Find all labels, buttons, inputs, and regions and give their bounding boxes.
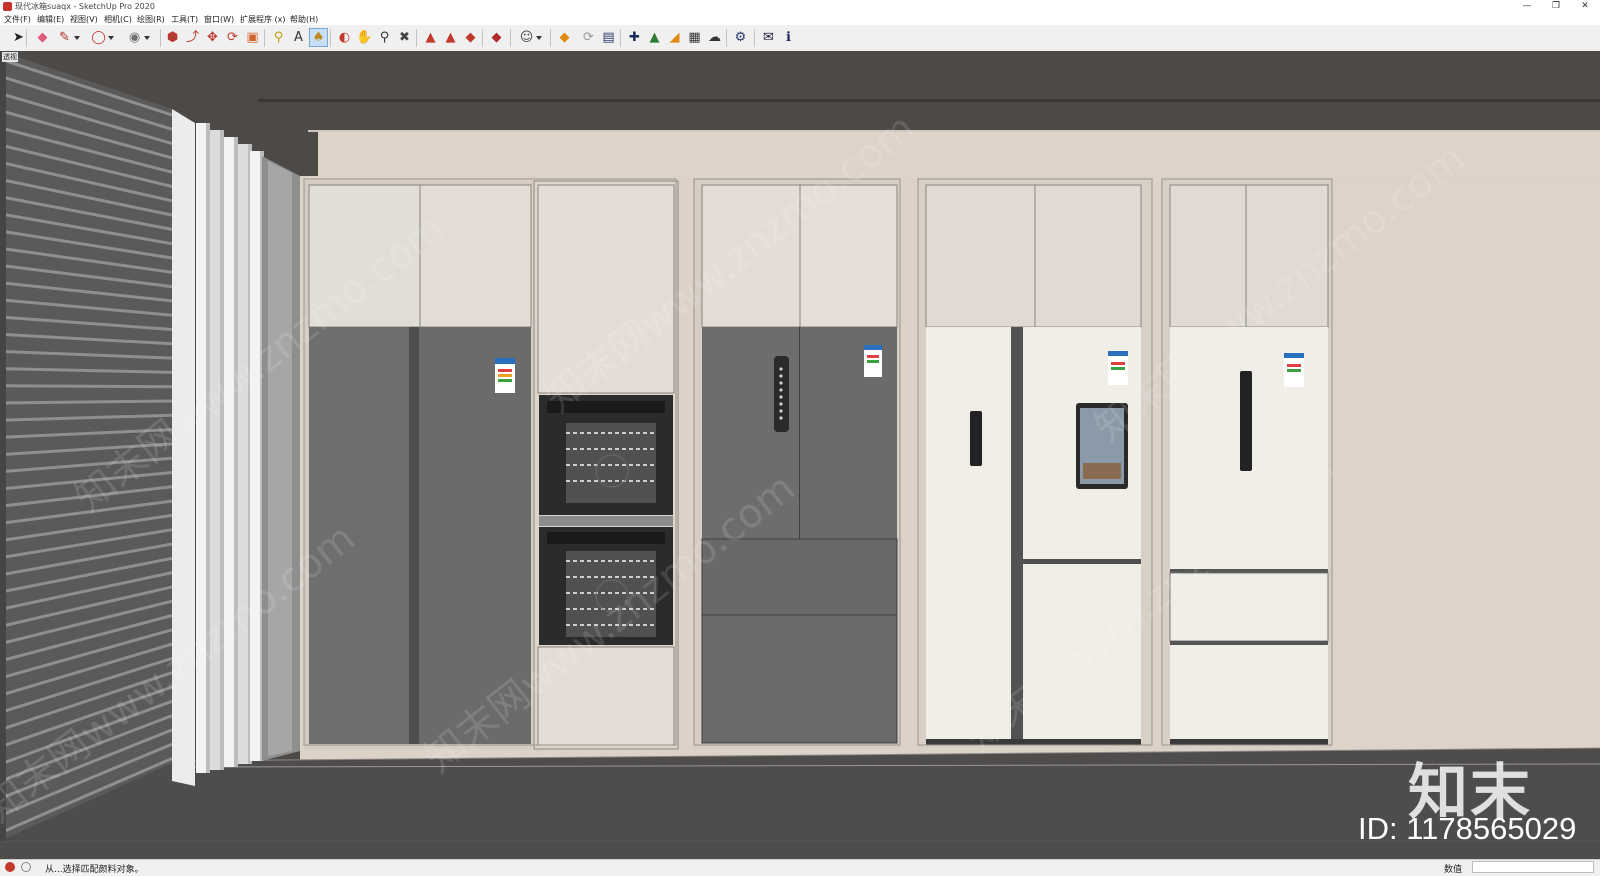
mail-icon[interactable]: ✉ [760, 29, 777, 46]
geo-location-icon[interactable] [5, 862, 15, 872]
rotate-icon[interactable]: ⟳ [224, 29, 241, 46]
cloud-icon[interactable]: ☁ [706, 29, 723, 46]
text-icon[interactable]: A [290, 29, 307, 46]
3d-viewport[interactable]: 透视 知末网www.znzmo.com 知末网www.znzmo.com 知末网… [0, 51, 1600, 859]
control-panel-button [779, 416, 783, 420]
main-toolbar: ➤ ◆ ✎ ◯ ◉ ⬢ ⤴ ✥ ⟳ ▣ ⚲ A ♠ ◐ ✋ ⚲ ✖ ▲ ▲ ◆ ◆ ☺ ◆ ⟳ ▤ ✚ ▲ ◢ ▦ ☁ ⚙ ✉ ℹ [0, 25, 1600, 52]
blind-slat [0, 399, 173, 405]
curtain-fold [210, 130, 220, 770]
control-panel-button [779, 381, 783, 385]
follow-me-icon[interactable]: ⤴ [184, 29, 201, 46]
curtain-shadow [220, 130, 224, 770]
profile-icon[interactable]: ☺ [518, 29, 542, 46]
share-icon[interactable]: ◆ [462, 29, 479, 46]
dropdown-arrow-icon[interactable] [536, 36, 542, 40]
info-icon[interactable]: ℹ [780, 29, 797, 46]
line-icon[interactable]: ✎ [56, 29, 80, 46]
menu-view[interactable]: 视图(V) [70, 14, 98, 25]
ruby-icon[interactable]: ◆ [488, 29, 505, 46]
control-panel-button [779, 374, 783, 378]
curtain-fold [250, 151, 260, 761]
minimize-button[interactable]: — [1516, 0, 1538, 13]
menu-window[interactable]: 窗口(W) [204, 14, 234, 25]
zoom-icon[interactable]: ⚲ [376, 29, 393, 46]
menu-tools[interactable]: 工具(T) [171, 14, 198, 25]
push-pull-icon[interactable]: ⬢ [164, 29, 181, 46]
control-panel-button [779, 402, 783, 406]
close-button[interactable]: ✕ [1574, 0, 1596, 13]
dropdown-arrow-icon[interactable] [144, 36, 150, 40]
orbit-icon[interactable]: ◐ [336, 29, 353, 46]
curtain-fold [196, 123, 206, 773]
toolbar-separator [510, 29, 511, 47]
dropdown-arrow-icon[interactable] [108, 36, 114, 40]
toolbar-separator [330, 29, 331, 47]
menu-edit[interactable]: 编辑(E) [37, 14, 64, 25]
toolbar-separator [416, 29, 417, 47]
menu-bar: 文件(F) 编辑(E) 视图(V) 相机(C) 绘图(R) 工具(T) 窗口(W… [0, 13, 1600, 25]
select-icon[interactable]: ➤ [10, 29, 27, 46]
paint-bucket-icon[interactable]: ♠ [309, 28, 328, 47]
control-panel-button [779, 388, 783, 392]
title-bar: 现代冰箱suaqx - SketchUp Pro 2020 — ❐ ✕ [0, 0, 1600, 13]
status-message: 从...选择匹配颜料对象。 [45, 865, 144, 875]
curtain-fold [224, 137, 234, 767]
control-panel-button [779, 395, 783, 399]
layers-icon[interactable]: ▤ [600, 29, 617, 46]
settings-icon[interactable]: ⚙ [732, 29, 749, 46]
measurements-label: 数值 [1444, 865, 1463, 875]
move-icon[interactable]: ✥ [204, 29, 221, 46]
watermark-id: ID: 1178565029 [1358, 811, 1577, 846]
toolbar-separator [726, 29, 727, 47]
eraser-icon[interactable]: ◆ [34, 29, 51, 46]
export-icon[interactable]: ◆ [556, 29, 573, 46]
sync-icon[interactable]: ⟳ [580, 29, 597, 46]
toolbar-separator [482, 29, 483, 47]
window-title: 现代冰箱suaqx - SketchUp Pro 2020 [15, 2, 155, 11]
measurements-input[interactable] [1472, 861, 1594, 873]
toolbar-separator [264, 29, 265, 47]
status-bar: 从...选择匹配颜料对象。 数值 [0, 859, 1600, 876]
restore-button[interactable]: ❐ [1545, 0, 1567, 13]
circle-icon[interactable]: ◉ [126, 29, 150, 46]
extension-icon[interactable]: ▲ [442, 29, 459, 46]
curtain-shadow [234, 137, 238, 767]
menu-draw[interactable]: 绘图(R) [137, 14, 165, 25]
toolbar-separator [754, 29, 755, 47]
scale-icon[interactable]: ▣ [244, 29, 261, 46]
tape-measure-icon[interactable]: ⚲ [270, 29, 287, 46]
warehouse-icon[interactable]: ▲ [422, 29, 439, 46]
curtain-shadow [206, 123, 210, 773]
blind-slat [0, 384, 173, 389]
zoom-extents-icon[interactable]: ✖ [396, 29, 413, 46]
control-panel-button [779, 409, 783, 413]
menu-extensions[interactable]: 扩展程序 (x) [240, 14, 286, 25]
viewport-camera-label: 透视 [2, 52, 18, 62]
pan-icon[interactable]: ✋ [356, 29, 373, 46]
menu-help[interactable]: 帮助(H) [290, 14, 318, 25]
menu-camera[interactable]: 相机(C) [104, 14, 132, 25]
sketchup-logo-icon [3, 2, 12, 11]
toolbar-separator [620, 29, 621, 47]
dropdown-arrow-icon[interactable] [74, 36, 80, 40]
control-panel-button [779, 367, 783, 371]
credits-icon[interactable] [21, 862, 31, 872]
curtain-fold [238, 144, 248, 764]
scene-render [0, 51, 1600, 859]
tree-icon[interactable]: ▲ [646, 29, 663, 46]
material-icon[interactable]: ◢ [666, 29, 683, 46]
toolbar-separator [160, 29, 161, 47]
pattern-icon[interactable]: ▦ [686, 29, 703, 46]
add-icon[interactable]: ✚ [626, 29, 643, 46]
toolbar-separator [550, 29, 551, 47]
menu-file[interactable]: 文件(F) [4, 14, 31, 25]
shapes-icon[interactable]: ◯ [90, 29, 114, 46]
toolbar-separator [26, 29, 27, 47]
